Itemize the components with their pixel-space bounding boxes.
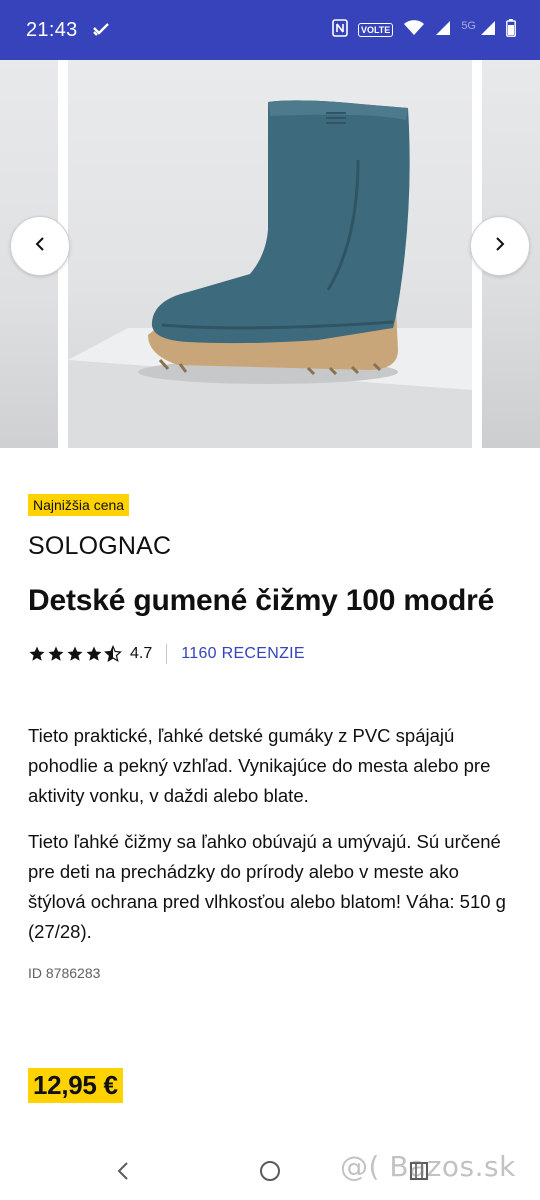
blue-rubber-boot-image[interactable] [68, 60, 472, 448]
reviews-link[interactable]: 1160 RECENZIE [181, 645, 305, 663]
signal-icon [435, 20, 451, 41]
description-paragraph: Tieto praktické, ľahké detské gumáky z P… [28, 725, 491, 806]
nfc-icon [332, 18, 348, 42]
5g-label: 5G [461, 20, 476, 32]
carousel-next-button[interactable] [470, 216, 530, 276]
wifi-icon [403, 19, 425, 41]
back-nav-icon[interactable] [108, 1156, 138, 1186]
product-info: Najnižšia cena SOLOGNAC Detské gumené či… [28, 494, 518, 981]
description-paragraph: Tieto ľahké čižmy sa ľahko obúvajú a umý… [28, 831, 506, 942]
product-title: Detské gumené čižmy 100 modré [28, 584, 495, 617]
product-brand[interactable]: SOLOGNAC [28, 532, 518, 561]
star-icon [48, 646, 64, 661]
status-time: 21:43 [26, 18, 78, 41]
5g-signal-icon [480, 20, 496, 41]
chevron-right-icon [493, 236, 507, 257]
star-icon [29, 646, 45, 661]
product-price: 12,95 € [28, 1068, 123, 1103]
watermark: @( Bazos.sk [340, 1150, 516, 1183]
chevron-left-icon [33, 236, 47, 257]
rating-divider [166, 644, 168, 664]
volte-badge: VOLTE [357, 23, 394, 37]
status-bar: 21:43 VOLTE 5G [0, 0, 540, 60]
carousel-prev-button[interactable] [10, 216, 70, 276]
star-icon [86, 646, 102, 661]
status-icons: VOLTE 5G [332, 18, 516, 42]
lowest-price-badge: Najnižšia cena [28, 494, 130, 516]
rating-value: 4.7 [130, 645, 153, 662]
rating-stars [28, 645, 122, 663]
home-nav-icon[interactable] [255, 1156, 285, 1186]
star-icon [67, 646, 83, 661]
tasks-icon [92, 23, 110, 37]
battery-icon [506, 18, 516, 42]
product-id: ID 8786283 [28, 965, 101, 981]
product-image-carousel[interactable] [0, 60, 540, 448]
half-star-icon [104, 645, 122, 662]
product-rating[interactable]: 4.7 1160 RECENZIE [28, 643, 518, 665]
